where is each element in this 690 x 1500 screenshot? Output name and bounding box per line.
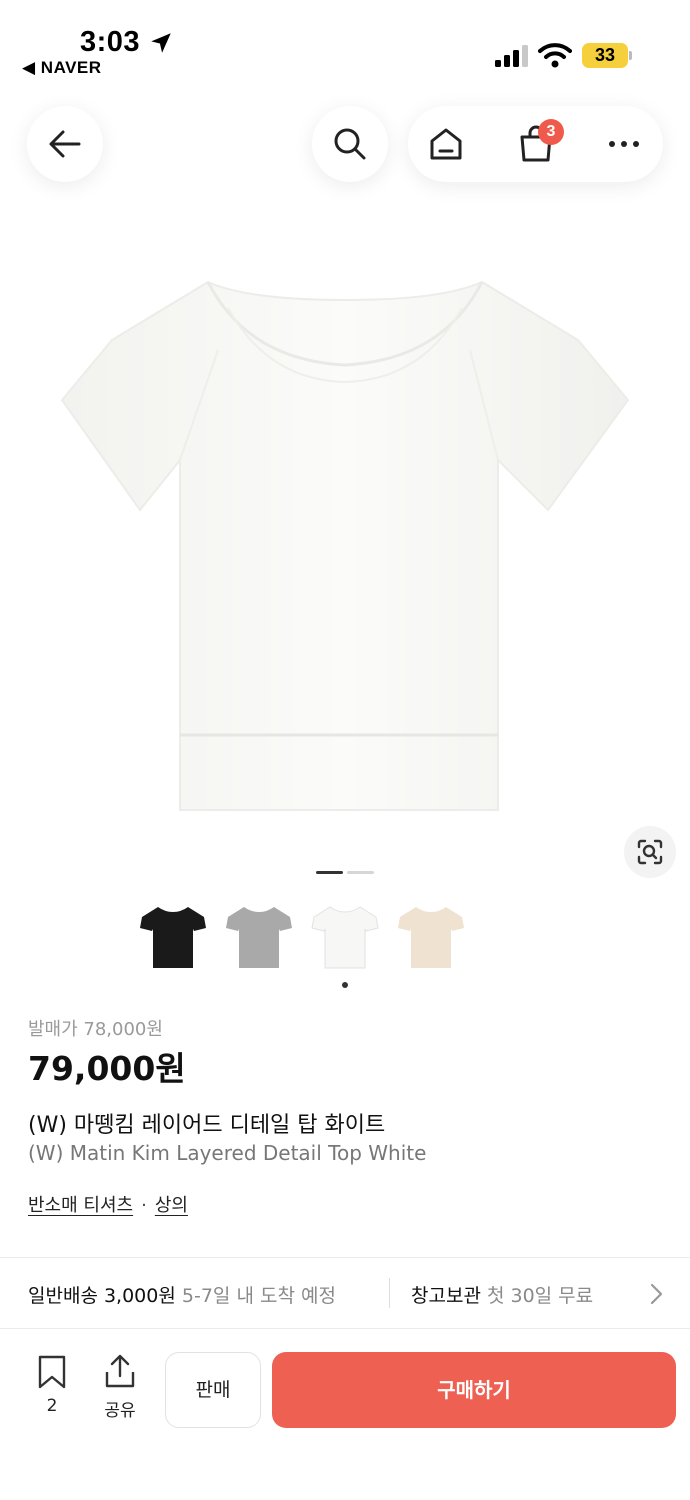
more-dots-icon	[609, 141, 639, 147]
bookmark-count: 2	[46, 1396, 58, 1416]
product-title-en: (W) Matin Kim Layered Detail Top White	[28, 1141, 427, 1165]
cellular-signal-icon	[495, 45, 528, 67]
delivery-separator	[389, 1278, 390, 1308]
category-link-short-sleeve[interactable]: 반소매 티셔츠	[28, 1195, 133, 1216]
color-swatch-beige[interactable]	[395, 898, 467, 976]
battery-indicator: 33	[582, 43, 628, 68]
price: 79,000원	[28, 1049, 186, 1088]
share-label: 공유	[104, 1401, 136, 1421]
storage-label: 창고보관	[411, 1285, 481, 1307]
gallery-indicator-inactive	[347, 871, 374, 874]
nav-pill-group	[408, 106, 663, 182]
sell-button[interactable]: 판매	[165, 1352, 261, 1428]
color-swatch-white[interactable]	[309, 898, 381, 976]
image-search-button[interactable]	[624, 826, 676, 878]
bookmark-button[interactable]: 2	[30, 1354, 74, 1420]
delivery-eta: 5-7일 내 도착 예정	[181, 1285, 336, 1307]
gallery-indicator-active	[316, 871, 343, 874]
arrow-left-icon	[49, 130, 81, 158]
search-icon	[334, 128, 366, 160]
selected-swatch-dot	[342, 982, 348, 988]
lens-scan-icon	[637, 839, 663, 865]
tshirt-thumbnail-icon	[140, 907, 206, 968]
category-separator: ·	[141, 1195, 147, 1216]
divider	[0, 1328, 690, 1329]
bookmark-icon	[38, 1355, 66, 1389]
cart-count-badge: 3	[538, 119, 564, 145]
tshirt-thumbnail-icon	[398, 907, 464, 968]
category-breadcrumb: 반소매 티셔츠 · 상의	[28, 1191, 188, 1217]
tshirt-thumbnail-icon	[311, 906, 379, 969]
delivery-label: 일반배송 3,000원	[28, 1285, 176, 1307]
divider	[0, 1257, 690, 1258]
category-link-tops[interactable]: 상의	[155, 1195, 188, 1216]
chevron-right-icon[interactable]	[646, 1282, 666, 1306]
home-button[interactable]	[408, 106, 484, 182]
original-price: 발매가 78,000원	[28, 1019, 163, 1040]
back-button[interactable]	[27, 106, 103, 182]
buy-button[interactable]: 구매하기	[272, 1352, 676, 1428]
battery-cap	[629, 51, 632, 60]
wifi-icon	[538, 43, 572, 68]
storage-info[interactable]: 창고보관 첫 30일 무료	[411, 1281, 593, 1308]
storage-note: 첫 30일 무료	[486, 1285, 594, 1307]
share-icon	[105, 1354, 135, 1388]
search-button[interactable]	[312, 106, 388, 182]
home-icon	[430, 128, 462, 160]
color-swatch-black[interactable]	[137, 898, 209, 976]
delivery-info[interactable]: 일반배송 3,000원 5-7일 내 도착 예정	[28, 1281, 336, 1308]
back-to-app-link[interactable]: ◀ NAVER	[22, 58, 102, 78]
cart-button[interactable]	[498, 106, 574, 182]
product-title-ko: (W) 마뗑킴 레이어드 디테일 탑 화이트	[28, 1113, 386, 1138]
share-button[interactable]: 공유	[96, 1354, 144, 1421]
more-button[interactable]	[586, 106, 662, 182]
location-arrow-icon	[151, 33, 171, 53]
tshirt-thumbnail-icon	[226, 907, 292, 968]
color-swatch-gray[interactable]	[223, 898, 295, 976]
status-time: 3:03	[80, 26, 141, 58]
product-image[interactable]	[58, 270, 630, 820]
